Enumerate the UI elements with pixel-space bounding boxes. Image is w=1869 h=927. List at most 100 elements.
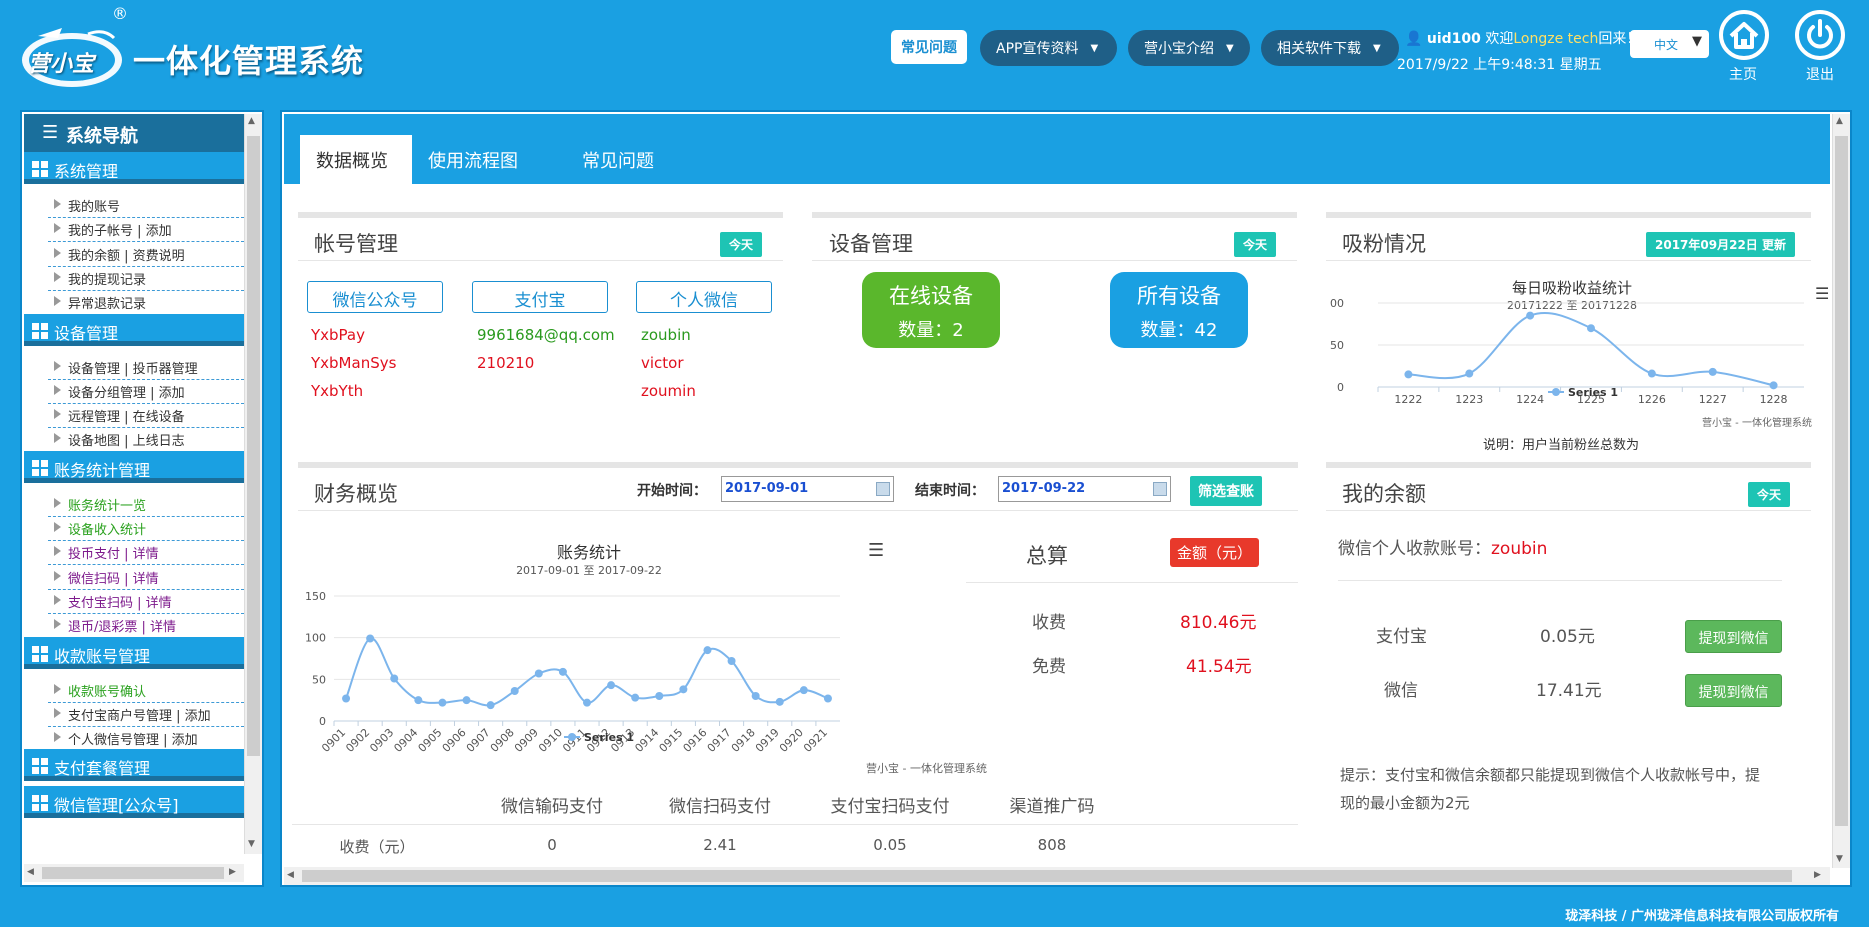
x-tick-label: 0903 <box>367 726 396 755</box>
end-time-label: 结束时间： <box>915 483 985 499</box>
tab-faq[interactable]: 常见问题 <box>566 135 670 184</box>
calendar-icon[interactable] <box>1153 482 1167 496</box>
finance-panel-topbar <box>298 462 1298 468</box>
downloads-dropdown[interactable]: 相关软件下载 ▼ <box>1261 30 1399 66</box>
main-scrollbar[interactable]: ▲ ▼ <box>1832 114 1850 868</box>
data-point <box>1647 369 1656 378</box>
start-time-label: 开始时间： <box>637 483 707 499</box>
total-title: 总算 <box>1026 544 1068 568</box>
x-tick-label: 1223 <box>1455 393 1483 406</box>
chart-title: 账务统计 <box>557 543 621 562</box>
faq-button[interactable]: 常见问题 <box>891 30 967 64</box>
sidebar-scrollbar[interactable]: ▲ ▼ <box>244 114 262 854</box>
scroll-left-icon[interactable]: ◀ <box>287 870 294 880</box>
all-devices-count: 数量：42 <box>1140 320 1218 341</box>
balance-panel-topbar <box>1326 462 1811 468</box>
x-tick-label: 0905 <box>416 726 445 755</box>
online-devices-card[interactable]: 在线设备 数量：2 <box>862 272 1000 348</box>
tab-flowchart[interactable]: 使用流程图 <box>412 135 534 184</box>
sidebar-group[interactable]: 收款账号管理 <box>24 636 244 669</box>
start-date-input[interactable]: 2017-09-01 <box>721 476 894 502</box>
scroll-right-icon[interactable]: ▶ <box>1814 870 1821 880</box>
table-row-label: 收费（元） <box>339 838 415 856</box>
triangle-right-icon <box>54 433 61 444</box>
balance-panel-title: 我的余额 <box>1342 482 1426 506</box>
scroll-up-icon[interactable]: ▲ <box>248 116 255 126</box>
wechat-account-value: zoubin <box>1491 539 1548 559</box>
tab-overview[interactable]: 数据概览 <box>300 135 412 184</box>
scroll-left-icon[interactable]: ◀ <box>27 867 34 877</box>
data-point <box>462 696 471 705</box>
all-devices-card[interactable]: 所有设备 数量：42 <box>1110 272 1248 348</box>
alipay-button[interactable]: 支付宝 <box>472 281 608 313</box>
sidebar-group[interactable]: 系统管理 <box>24 152 244 184</box>
y-tick-label: 0 <box>319 715 326 728</box>
triangle-right-icon <box>54 247 61 258</box>
y-tick-label: 150 <box>305 590 326 603</box>
language-select[interactable]: 中文 ▼ <box>1630 30 1709 58</box>
scroll-down-icon[interactable]: ▼ <box>248 839 255 849</box>
triangle-right-icon <box>54 384 61 395</box>
scroll-up-icon[interactable]: ▲ <box>1836 116 1843 126</box>
balance-hint-2: 现的最小金额为2元 <box>1340 794 1470 812</box>
scroll-right-icon[interactable]: ▶ <box>229 867 236 877</box>
sidebar-group[interactable]: 微信管理[公众号] <box>24 786 244 819</box>
welcome-text: 欢迎 <box>1485 31 1514 47</box>
wechat-official-button[interactable]: 微信公众号 <box>307 281 443 313</box>
chart-menu-icon[interactable]: ☰ <box>868 540 884 561</box>
finance-sep <box>298 510 1298 511</box>
x-tick-label: 0904 <box>391 726 420 755</box>
triangle-right-icon <box>54 570 61 581</box>
personal-wechat-button[interactable]: 个人微信 <box>636 281 772 313</box>
home-button[interactable] <box>1719 10 1769 60</box>
logo-mark-text: 营小宝 <box>28 52 95 77</box>
sidebar-hscroll-thumb[interactable] <box>42 867 224 879</box>
home-icon <box>1729 22 1759 49</box>
withdraw-alipay-button[interactable]: 提现到微信 <box>1685 620 1782 653</box>
sidebar-group-label: 支付套餐管理 <box>54 759 151 779</box>
sidebar-item[interactable]: 设备地图 | 上线日志 <box>48 424 244 453</box>
sidebar-group[interactable]: 账务统计管理 <box>24 450 244 483</box>
sidebar-group[interactable]: 设备管理 <box>24 313 244 346</box>
fans-panel-topbar <box>1326 212 1811 218</box>
online-devices-count: 数量：2 <box>898 320 964 341</box>
sidebar-item[interactable]: 个人微信号管理 | 添加 <box>48 723 244 752</box>
fans-chart-credit: 营小宝 - 一体化管理系统 <box>1702 418 1812 429</box>
data-point <box>390 674 399 683</box>
sidebar-item[interactable]: 异常退款记录 <box>48 287 244 316</box>
sidebar-item[interactable]: 退币/退彩票 | 详情 <box>48 610 244 639</box>
main-hscroll-thumb[interactable] <box>302 870 1792 882</box>
main-scroll-thumb[interactable] <box>1835 136 1848 826</box>
sidebar: ☰ 系统导航 系统管理 我的账号 我的子帐号 | 添加 我的余额 | 资费说明 我的提现… <box>20 110 264 887</box>
home-label[interactable]: 主页 <box>1729 64 1757 84</box>
x-tick-label: 0918 <box>729 726 758 755</box>
sidebar-scroll-thumb[interactable] <box>247 136 260 756</box>
about-label: 营小宝介绍 <box>1144 41 1214 57</box>
footer-copyright: 珑泽科技 / 广州珑泽信息科技有限公司版权所有 <box>1565 909 1839 924</box>
sidebar-hscrollbar[interactable]: ◀ ▶ <box>24 864 244 882</box>
logout-label[interactable]: 退出 <box>1806 64 1834 84</box>
triangle-right-icon <box>54 594 61 605</box>
chart-menu-icon[interactable]: ☰ <box>1815 284 1829 303</box>
data-point <box>510 687 519 695</box>
data-point <box>823 694 832 703</box>
sidebar-item-label: 个人微信号管理 | 添加 <box>68 733 198 749</box>
main-hscrollbar[interactable]: ◀ ▶ <box>284 867 1830 885</box>
app-promo-dropdown[interactable]: APP宣传资料 ▼ <box>980 30 1117 66</box>
withdraw-wechat-button[interactable]: 提现到微信 <box>1685 674 1782 707</box>
sidebar-group[interactable]: 支付套餐管理 <box>24 749 244 782</box>
calendar-icon[interactable] <box>876 482 890 496</box>
data-point <box>679 685 688 694</box>
triangle-right-icon <box>54 546 61 557</box>
sidebar-item-label: 微信扫码 | 详情 <box>68 571 159 587</box>
end-date-input[interactable]: 2017-09-22 <box>998 476 1171 502</box>
wechat-account-line: 微信个人收款账号：zoubin <box>1338 534 1547 559</box>
x-tick-label: 0917 <box>705 726 734 755</box>
x-tick-label: 0902 <box>343 726 372 755</box>
about-dropdown[interactable]: 营小宝介绍 ▼ <box>1128 30 1250 66</box>
scroll-down-icon[interactable]: ▼ <box>1836 854 1843 864</box>
x-tick-label: 1222 <box>1394 393 1422 406</box>
y-tick-label: 0 <box>1337 381 1344 394</box>
filter-button[interactable]: 筛选查账 <box>1190 476 1262 506</box>
logout-button[interactable] <box>1795 10 1845 60</box>
